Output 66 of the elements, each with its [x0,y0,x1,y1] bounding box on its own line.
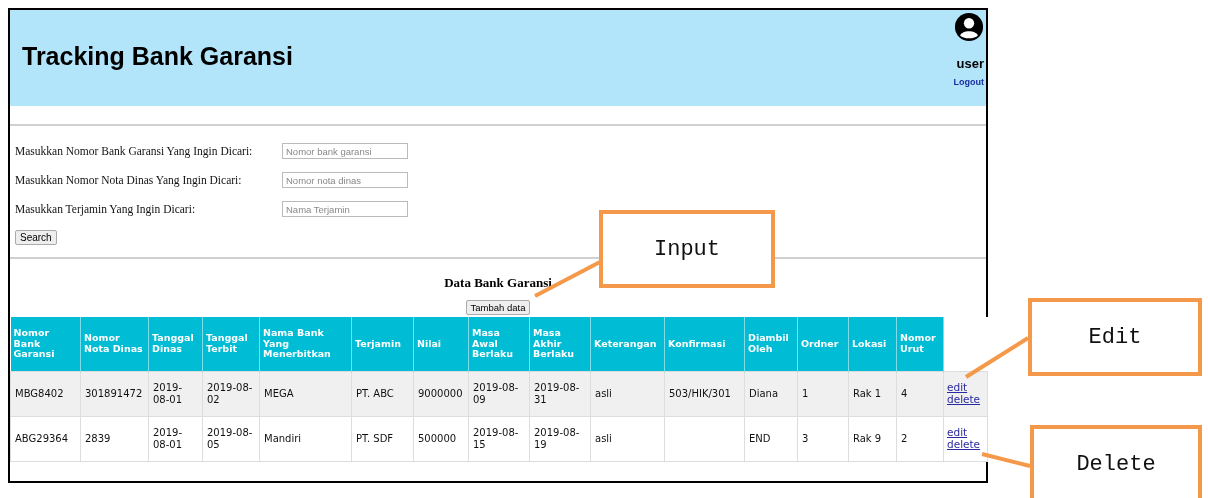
column-header: Nomor Urut [896,317,944,372]
user-avatar-icon [954,12,984,42]
table-cell: 3 [797,416,849,462]
table-cell: 2019-08-05 [202,416,260,462]
table-cell: 2019-08-19 [529,416,591,462]
column-header: Tanggal Terbit [202,317,260,372]
column-header: Masa Awal Berlaku [468,317,530,372]
table-cell: 2019-08-15 [468,416,530,462]
table-cell: 9000000 [413,371,469,417]
field-label: Masukkan Terjamin Yang Ingin Dicari: [15,203,197,215]
field-label: Masukkan Nomor Bank Garansi Yang Ingin Dicari: [15,145,254,157]
column-header: Terjamin [351,317,414,372]
table-cell: 2839 [80,416,149,462]
logout-link[interactable]: Logout [953,77,984,87]
column-header: Masa Akhir Berlaku [529,317,591,372]
table-cell: MBG8402 [10,371,81,417]
field-label: Masukkan Nomor Nota Dinas Yang Ingin Dicari: [15,174,243,186]
delete-link[interactable]: delete [947,394,981,406]
username: user [956,56,984,71]
column-header: Diambil Oleh [744,317,798,372]
column-header: Konfirmasi [664,317,745,372]
table-cell: 2019-08-02 [202,371,260,417]
table-cell: 2019-08-01 [148,416,203,462]
table-cell: 2019-08-01 [148,371,203,417]
column-header: Nama Bank Yang Menerbitkan [259,317,352,372]
table-cell: Mandiri [259,416,352,462]
search-button[interactable]: Search [15,230,57,245]
leader-line [981,452,1031,468]
column-header: Keterangan [590,317,665,372]
table-cell: 1 [797,371,849,417]
search-field[interactable]: Nomor bank garansi [282,143,408,159]
table-cell: asli [590,371,665,417]
table-cell: 503/HIK/301 [664,371,745,417]
column-header: Nomor Nota Dinas [80,317,149,372]
table-cell: 2019-08-31 [529,371,591,417]
table-cell: Diana [744,371,798,417]
table-cell: PT. SDF [351,416,414,462]
search-field[interactable]: Nama Terjamin [282,201,408,217]
callout-label: Input [599,210,775,288]
edit-link[interactable]: edit [947,427,968,439]
table-cell: 301891472 [80,371,149,417]
leader-line [964,336,1030,379]
column-header: Nomor Bank Garansi [10,317,81,372]
table-cell: END [744,416,798,462]
table-cell: 4 [896,371,944,417]
add-data-button[interactable]: Tambah data [465,300,531,315]
table-cell: 2 [896,416,944,462]
page-title: Tracking Bank Garansi [22,42,293,71]
table-cell: 2019-08-09 [468,371,530,417]
edit-link[interactable]: edit [947,382,968,394]
search-field[interactable]: Nomor nota dinas [282,172,408,188]
column-header: Nilai [413,317,469,372]
delete-link[interactable]: delete [947,439,981,451]
callout-label: Delete [1030,425,1202,498]
column-header: Tanggal Dinas [148,317,203,372]
column-header: Ordner [797,317,849,372]
table-title: Data Bank Garansi [444,275,552,291]
column-header: Lokasi [848,317,897,372]
table-cell: MEGA [259,371,352,417]
table-cell: 500000 [413,416,469,462]
table-cell: asli [590,416,665,462]
table-cell: Rak 9 [848,416,897,462]
table-cell: PT. ABC [351,371,414,417]
callout-label: Edit [1028,298,1202,376]
table-cell: ABG29364 [10,416,81,462]
table-cell: Rak 1 [848,371,897,417]
